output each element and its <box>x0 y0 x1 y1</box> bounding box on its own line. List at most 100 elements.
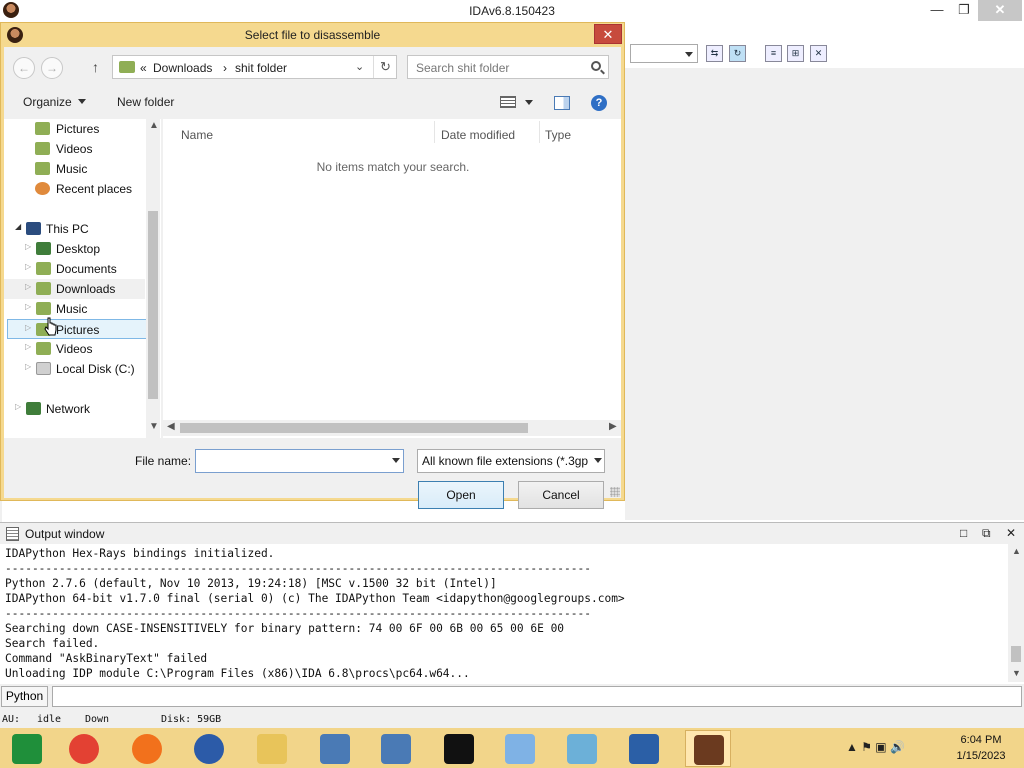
help-icon[interactable]: ? <box>591 95 607 111</box>
new-folder-button[interactable]: New folder <box>117 95 174 109</box>
breadcrumb-shit-folder[interactable]: shit folder <box>235 61 287 75</box>
taskbar-app[interactable] <box>249 730 295 767</box>
language-button[interactable]: Python <box>1 686 48 707</box>
search-icon[interactable] <box>591 61 601 71</box>
tree-scrollbar[interactable]: ▲ ▼ <box>146 119 160 438</box>
system-tray[interactable]: ▲ ⚑ ▣ 🔊 <box>846 740 905 754</box>
output-line: ----------------------------------------… <box>5 607 591 620</box>
open-button[interactable]: Open <box>418 481 504 509</box>
expand-arrow-icon[interactable]: ▷ <box>25 262 31 271</box>
up-button[interactable]: ↑ <box>92 59 99 75</box>
file-list[interactable]: Name Date modified Type No items match y… <box>163 119 621 438</box>
taskbar-app[interactable] <box>312 730 358 767</box>
address-bar[interactable]: « Downloads › shit folder ⌄ ↻ <box>112 55 397 79</box>
scroll-down-icon[interactable]: ▼ <box>1012 668 1021 678</box>
tree-item-pictures[interactable]: Pictures <box>4 119 145 139</box>
tree-item-this-pc[interactable]: ◢ This PC <box>4 219 145 239</box>
search-input[interactable]: Search shit folder <box>407 55 609 79</box>
expand-arrow-icon[interactable]: ▷ <box>25 342 31 351</box>
column-header-date-modified[interactable]: Date modified <box>441 128 515 142</box>
column-separator[interactable] <box>434 121 435 143</box>
taskbar-app[interactable] <box>559 730 605 767</box>
expand-arrow-icon[interactable]: ▷ <box>25 323 31 332</box>
column-header-name[interactable]: Name <box>181 128 213 142</box>
tree-item-music[interactable]: Music <box>4 159 145 179</box>
taskbar-app[interactable] <box>4 730 50 767</box>
scroll-right-icon[interactable]: ▶ <box>609 421 617 432</box>
tree-item-recent-places[interactable]: Recent places <box>4 179 145 199</box>
close-button[interactable]: ✕ <box>978 0 1022 21</box>
restore-button[interactable]: ❐ <box>951 0 977 21</box>
tree-item-documents[interactable]: ▷ Documents <box>4 259 145 279</box>
address-dropdown-icon[interactable]: ⌄ <box>355 60 364 73</box>
taskbar-app[interactable] <box>685 730 731 767</box>
pictures-icon <box>35 122 50 135</box>
dialog-command-bar: Organize New folder ? <box>4 87 621 119</box>
file-type-dropdown-icon[interactable] <box>594 458 602 467</box>
breadcrumb-separator[interactable]: › <box>223 61 227 75</box>
taskbar-app[interactable] <box>621 730 667 767</box>
taskbar-app[interactable] <box>497 730 543 767</box>
expand-arrow-icon[interactable]: ▷ <box>25 242 31 251</box>
tree-item-videos[interactable]: Videos <box>4 139 145 159</box>
tree-item-music[interactable]: ▷ Music <box>4 299 145 319</box>
resize-grip[interactable] <box>610 487 620 497</box>
toolbar-refresh-icon[interactable]: ↻ <box>729 45 746 62</box>
clock[interactable]: 6:04 PM 1/15/2023 <box>950 732 1012 764</box>
dialog-close-button[interactable]: ✕ <box>594 24 622 44</box>
back-button[interactable]: ← <box>13 57 35 79</box>
output-window-header: Output window □ ⧉ ✕ <box>0 522 1024 544</box>
tree-item-network[interactable]: ▷ Network <box>4 399 145 419</box>
output-scrollbar[interactable]: ▲ ▼ <box>1008 544 1024 682</box>
tree-item-downloads[interactable]: ▷ Downloads <box>4 279 145 299</box>
command-input[interactable] <box>52 686 1022 707</box>
scroll-up-icon[interactable]: ▲ <box>1012 546 1021 556</box>
expand-arrow-icon[interactable]: ▷ <box>25 302 31 311</box>
output-float-button[interactable]: ⧉ <box>982 526 991 541</box>
change-view-icon[interactable] <box>500 96 516 108</box>
file-type-select[interactable]: All known file extensions (*.3gp <box>417 449 605 473</box>
organize-button[interactable]: Organize <box>23 95 86 109</box>
scroll-up-icon[interactable]: ▲ <box>149 120 159 131</box>
scrollbar-thumb[interactable] <box>1011 646 1021 662</box>
empty-list-message: No items match your search. <box>316 160 470 174</box>
scroll-left-icon[interactable]: ◀ <box>167 421 175 432</box>
scrollbar-thumb[interactable] <box>148 211 158 399</box>
file-name-dropdown-icon[interactable] <box>392 458 400 467</box>
view-options-dropdown-icon[interactable] <box>525 100 533 109</box>
collapse-arrow-icon[interactable]: ◢ <box>15 222 21 231</box>
toolbar-combo[interactable] <box>630 44 698 63</box>
forward-button[interactable]: → <box>41 57 63 79</box>
column-separator[interactable] <box>539 121 540 143</box>
toolbar-structure-icon[interactable]: ⊞ <box>787 45 804 62</box>
refresh-button[interactable]: ↻ <box>373 56 397 78</box>
taskbar-app[interactable] <box>373 730 419 767</box>
7zip-icon <box>444 734 474 764</box>
expand-arrow-icon[interactable]: ▷ <box>25 282 31 291</box>
breadcrumb-downloads[interactable]: Downloads <box>153 61 212 75</box>
minimize-button[interactable]: — <box>924 0 950 21</box>
scrollbar-thumb[interactable] <box>180 423 528 433</box>
output-text[interactable]: IDAPython Hex-Rays bindings initialized.… <box>0 544 1010 682</box>
file-list-scrollbar[interactable]: ◀ ▶ <box>163 420 621 436</box>
expand-arrow-icon[interactable]: ▷ <box>15 402 21 411</box>
taskbar-app[interactable] <box>61 730 107 767</box>
preview-pane-icon[interactable] <box>554 96 570 110</box>
cancel-button[interactable]: Cancel <box>518 481 604 509</box>
column-header-type[interactable]: Type <box>545 128 571 142</box>
expand-arrow-icon[interactable]: ▷ <box>25 362 31 371</box>
taskbar-app[interactable] <box>124 730 170 767</box>
tree-item-desktop[interactable]: ▷ Desktop <box>4 239 145 259</box>
output-restore-button[interactable]: □ <box>960 526 967 540</box>
toolbar-list-icon[interactable]: ≡ <box>765 45 782 62</box>
file-name-input[interactable] <box>195 449 404 473</box>
tree-item-videos[interactable]: ▷ Videos <box>4 339 145 359</box>
toolbar-delete-icon[interactable]: ✕ <box>810 45 827 62</box>
scroll-down-icon[interactable]: ▼ <box>149 421 159 432</box>
tree-item-pictures[interactable]: ▷ Pictures <box>7 319 148 339</box>
taskbar-app[interactable] <box>186 730 232 767</box>
toolbar-debugger-icon[interactable]: ⇆ <box>706 45 723 62</box>
output-close-button[interactable]: ✕ <box>1006 526 1016 540</box>
tree-item-local-disk[interactable]: ▷ Local Disk (C:) <box>4 359 145 379</box>
taskbar-app[interactable] <box>436 730 482 767</box>
